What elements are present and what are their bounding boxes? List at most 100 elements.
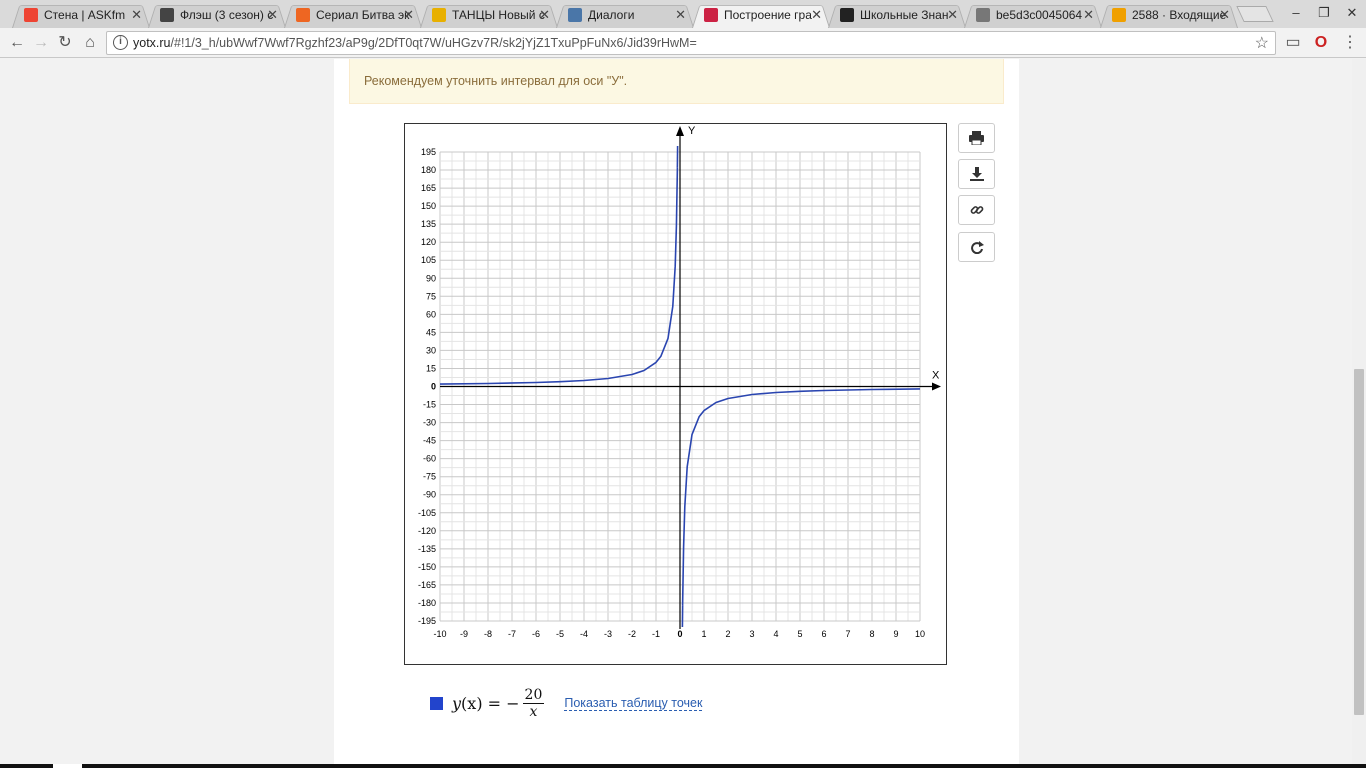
browser-tab[interactable]: Школьные Знан ✕ — [828, 2, 966, 28]
reload-icon[interactable]: ↻ — [54, 32, 76, 54]
print-button[interactable] — [958, 123, 995, 153]
y-tick-label: 30 — [426, 345, 436, 355]
y-tick-label: 90 — [426, 273, 436, 283]
tab-close-icon[interactable]: ✕ — [675, 7, 686, 23]
opera-extension-icon[interactable]: O — [1310, 32, 1332, 54]
y-tick-label: -165 — [418, 580, 436, 590]
tab-title: ТАНЦЫ Новый с — [452, 8, 545, 22]
page-scrollbar[interactable] — [1352, 59, 1366, 764]
x-tick-label: 7 — [845, 629, 850, 639]
y-tick-label: -75 — [423, 472, 436, 482]
x-tick-label: 6 — [821, 629, 826, 639]
mail-icon — [1112, 8, 1126, 22]
graph-legend: y (x) = − 20 x Показать таблицу точек — [430, 683, 703, 723]
tab-title: Диалоги — [588, 8, 635, 22]
browser-tab[interactable]: Стена | ASKfm ✕ — [12, 2, 150, 28]
series-color-swatch — [430, 696, 443, 710]
share-button[interactable] — [958, 232, 995, 262]
y-tick-label: 105 — [421, 255, 436, 265]
tab-title: 2588 · Входящие — [1132, 8, 1227, 22]
tab-close-icon[interactable]: ✕ — [1219, 7, 1230, 23]
y-tick-label: 165 — [421, 183, 436, 193]
tab-close-icon[interactable]: ✕ — [131, 7, 142, 23]
tab-close-icon[interactable]: ✕ — [403, 7, 414, 23]
y-tick-label: 135 — [421, 219, 436, 229]
maximize-button[interactable]: ❐ — [1310, 0, 1338, 28]
x-tick-label: 8 — [869, 629, 874, 639]
y-tick-label: 60 — [426, 309, 436, 319]
browser-tab[interactable]: be5d3c0045064 ✕ — [964, 2, 1102, 28]
download-icon — [969, 167, 984, 181]
formula-y: y — [452, 693, 462, 713]
url-path: /#!1/3_h/ubWwf7Wwf7Rgzhf23/aP9g/2DfT0qt7… — [170, 36, 697, 50]
cast-icon[interactable]: ▭ — [1282, 32, 1304, 54]
link-icon — [970, 206, 983, 214]
x-tick-label: 5 — [797, 629, 802, 639]
x-tick-label: -8 — [484, 629, 492, 639]
x-axis-arrow — [932, 382, 941, 391]
download-button[interactable] — [958, 159, 995, 189]
document-icon — [976, 8, 990, 22]
y-tick-label: -150 — [418, 562, 436, 572]
new-tab-button[interactable] — [1236, 6, 1274, 22]
scrollbar-thumb[interactable] — [1354, 369, 1364, 715]
warning-alert: Рекомендуем уточнить интервал для оси "У… — [349, 59, 1004, 104]
y-tick-label: 150 — [421, 201, 436, 211]
x-tick-label: -2 — [628, 629, 636, 639]
y-tick-label: 180 — [421, 165, 436, 175]
y-tick-label: -45 — [423, 436, 436, 446]
tab-title: Стена | ASKfm — [44, 8, 126, 22]
link-button[interactable] — [958, 195, 995, 225]
y-tick-label: -135 — [418, 544, 436, 554]
y-tick-label: -120 — [418, 526, 436, 536]
minimize-button[interactable]: – — [1282, 0, 1310, 28]
x-tick-label: -1 — [652, 629, 660, 639]
browser-tab[interactable]: 2588 · Входящие ✕ — [1100, 2, 1238, 28]
yotx-icon — [704, 8, 718, 22]
tab-close-icon[interactable]: ✕ — [539, 7, 550, 23]
function-graph: XY-10 -9 -8 -7 -6 -5 -4 -3 -2 -1 0 1 2 3 4 5 6 7 8 9 1019518… — [418, 125, 941, 639]
y-axis-label: Y — [688, 125, 696, 137]
tab-title: be5d3c0045064 — [996, 8, 1083, 22]
y-tick-label: -90 — [423, 490, 436, 500]
y-tick-label: 45 — [426, 327, 436, 337]
y-tick-label: -15 — [423, 400, 436, 410]
bookmark-star-icon[interactable]: ☆ — [1255, 33, 1269, 53]
browser-tab[interactable]: Флэш (3 сезон) с ✕ — [148, 2, 286, 28]
x-tick-label: -9 — [460, 629, 468, 639]
back-arrow-icon[interactable]: ← — [6, 32, 28, 54]
x-axis-label: X — [932, 370, 940, 382]
browser-tab[interactable]: Построение гра ✕ — [692, 2, 830, 28]
show-points-table-link[interactable]: Показать таблицу точек — [564, 696, 703, 711]
graph-panel: X Y -10 -9 -8 -7 -6 -5 -4 -3 -2 -1 0 1 2 3 4 5 6 7 8 9 10 195 18… — [404, 123, 947, 665]
forward-arrow-icon[interactable]: → — [30, 32, 52, 54]
x-tick-label: -10 — [433, 629, 446, 639]
x-tick-label: -3 — [604, 629, 612, 639]
function-formula: y (x) = − 20 x — [452, 686, 545, 720]
menu-icon[interactable]: ⋮ — [1339, 32, 1361, 54]
znanija-icon — [840, 8, 854, 22]
tab-close-icon[interactable]: ✕ — [267, 7, 278, 23]
info-icon[interactable]: i — [113, 35, 128, 50]
vk-dialog-icon — [568, 8, 582, 22]
browser-tab[interactable]: Диалоги ✕ — [556, 2, 694, 28]
browser-tab[interactable]: ТАНЦЫ Новый с ✕ — [420, 2, 558, 28]
tab-close-icon[interactable]: ✕ — [811, 7, 822, 23]
x-tick-label: -7 — [508, 629, 516, 639]
formula-x-part: (x) = − — [461, 693, 520, 713]
tab-close-icon[interactable]: ✕ — [947, 7, 958, 23]
formula-numerator: 20 — [522, 686, 545, 704]
tab-title: Сериал Битва эк — [316, 8, 410, 22]
share-icon — [970, 241, 984, 254]
x-tick-label: -6 — [532, 629, 540, 639]
url-text[interactable]: yotx.ru/#!1/3_h/ubWwf7Wwf7Rgzhf23/aP9g/2… — [133, 36, 697, 50]
y-tick-label: 120 — [421, 237, 436, 247]
home-icon[interactable]: ⌂ — [79, 32, 101, 54]
tab-close-icon[interactable]: ✕ — [1083, 7, 1094, 23]
y-tick-label: -180 — [418, 598, 436, 608]
formula-fraction: 20 x — [522, 686, 545, 720]
address-bar[interactable]: i yotx.ru/#!1/3_h/ubWwf7Wwf7Rgzhf23/aP9g… — [106, 31, 1276, 55]
close-window-button[interactable]: ✕ — [1338, 0, 1366, 28]
x-tick-label: 3 — [749, 629, 754, 639]
browser-tab[interactable]: Сериал Битва эк ✕ — [284, 2, 422, 28]
